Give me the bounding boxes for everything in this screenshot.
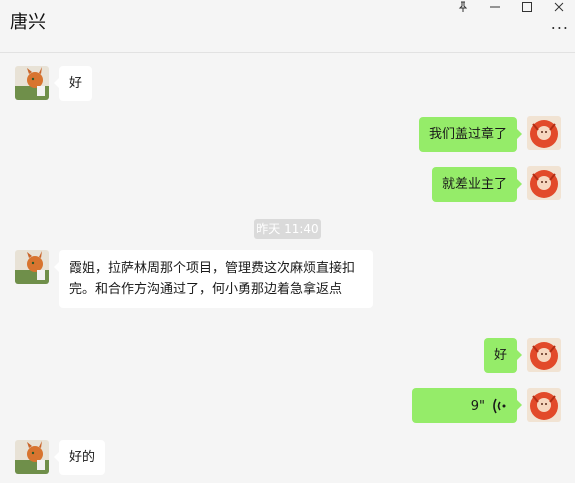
voice-duration: 9" [470, 399, 485, 414]
my-avatar[interactable] [527, 116, 561, 150]
dragon-girl-avatar-icon [527, 388, 561, 422]
message-text: 我们盖过章了 [428, 127, 507, 142]
message-text: 霞姐，拉萨林周那个项目，管理费这次麻烦直接扣完。和合作方沟通过了，何小勇那边着急… [69, 261, 356, 297]
voice-wave-icon [493, 398, 506, 414]
pin-button[interactable] [447, 0, 479, 14]
chat-title: 唐兴 [10, 12, 46, 33]
my-avatar[interactable] [527, 166, 561, 200]
message-bubble[interactable]: 我们盖过章了 [418, 117, 523, 152]
contact-avatar[interactable] [15, 250, 49, 284]
close-icon [554, 2, 564, 12]
dragon-girl-avatar-icon [527, 338, 561, 372]
pin-icon [458, 1, 468, 12]
voice-message-bubble[interactable]: 9" [412, 388, 522, 423]
my-avatar[interactable] [527, 388, 561, 422]
my-avatar[interactable] [527, 338, 561, 372]
message-bubble[interactable]: 好 [483, 338, 523, 373]
contact-avatar[interactable] [15, 440, 49, 474]
maximize-icon [522, 2, 532, 12]
contact-avatar[interactable] [15, 66, 49, 100]
chat-header: 唐兴 ... [0, 0, 575, 53]
message-text: 好的 [69, 450, 96, 465]
message-text: 好 [69, 76, 83, 91]
close-button[interactable] [543, 0, 575, 14]
maximize-button[interactable] [511, 0, 543, 14]
chat-window: 唐兴 ... 好 我们盖过章了 就差业主了 昨天 11:40 霞姐，拉萨林周那个… [0, 0, 575, 483]
message-text: 好 [493, 348, 507, 363]
message-bubble[interactable]: 好 [53, 66, 93, 101]
fox-avatar-icon [15, 440, 49, 474]
message-bubble[interactable]: 霞姐，拉萨林周那个项目，管理费这次麻烦直接扣完。和合作方沟通过了，何小勇那边着急… [54, 250, 373, 308]
dragon-girl-avatar-icon [527, 116, 561, 150]
fox-avatar-icon [15, 66, 49, 100]
minimize-icon [490, 6, 500, 8]
fox-avatar-icon [15, 250, 49, 284]
message-text: 就差业主了 [441, 177, 507, 192]
more-icon[interactable]: ... [551, 16, 569, 32]
timestamp-badge: 昨天 11:40 [254, 219, 321, 239]
message-bubble[interactable]: 好的 [53, 440, 106, 475]
dragon-girl-avatar-icon [527, 166, 561, 200]
minimize-button[interactable] [479, 0, 511, 14]
message-bubble[interactable]: 就差业主了 [431, 167, 523, 202]
